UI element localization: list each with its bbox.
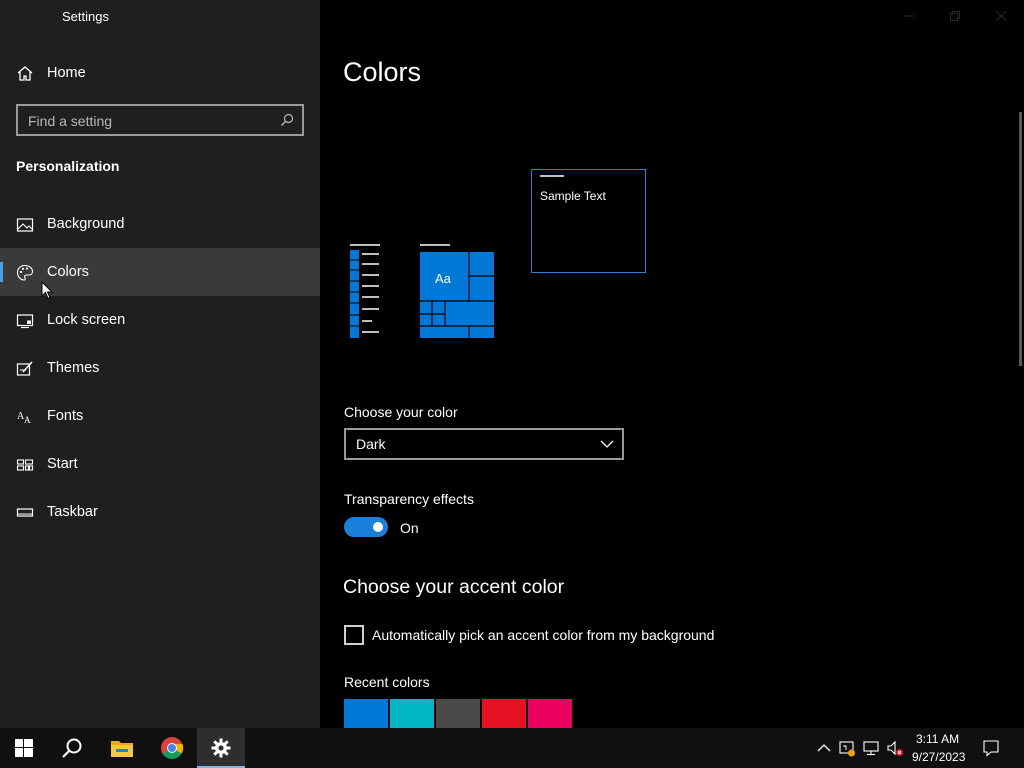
chrome-icon — [161, 737, 184, 759]
chevron-up-icon[interactable] — [815, 739, 833, 757]
page-title: Colors — [343, 57, 422, 87]
network-icon[interactable] — [862, 739, 880, 757]
sidebar-item-label: Start — [47, 456, 78, 472]
start-grid-icon — [16, 459, 34, 471]
taskbar: 3:11 AM 9/27/2023 — [0, 728, 1024, 768]
color-mode-dropdown[interactable]: Dark — [344, 428, 624, 460]
palette-icon — [16, 264, 34, 281]
color-swatch[interactable] — [436, 699, 480, 728]
sidebar-item-label: Background — [47, 216, 125, 232]
sidebar-item-themes[interactable]: Themes — [0, 344, 320, 392]
window-controls — [886, 0, 1024, 32]
sidebar-item-background[interactable]: Background — [0, 200, 320, 248]
transparency-toggle[interactable] — [344, 517, 388, 537]
security-tray-icon[interactable] — [838, 739, 856, 757]
color-mode-value: Dark — [356, 436, 386, 452]
color-swatch[interactable] — [344, 699, 388, 728]
settings-taskbar-button[interactable] — [197, 728, 245, 768]
lock-screen-icon — [16, 314, 34, 329]
restore-icon — [950, 11, 960, 21]
sidebar-item-label: Fonts — [47, 408, 84, 424]
sidebar-item-lock-screen[interactable]: Lock screen — [0, 296, 320, 344]
sidebar-item-fonts[interactable]: A A Fonts — [0, 392, 320, 440]
color-swatch[interactable] — [482, 699, 526, 728]
recent-colors — [344, 699, 572, 728]
close-button[interactable] — [978, 0, 1024, 32]
color-swatch[interactable] — [390, 699, 434, 728]
toggle-knob — [373, 522, 383, 532]
file-explorer-button[interactable] — [98, 728, 146, 768]
settings-icon — [211, 738, 231, 758]
auto-accent-checkbox[interactable] — [344, 625, 364, 645]
sidebar-item-label: Themes — [47, 360, 100, 376]
taskbar-search-button[interactable] — [48, 728, 96, 768]
chrome-button[interactable] — [148, 728, 196, 768]
sidebar-item-label: Lock screen — [47, 312, 126, 328]
close-icon — [996, 11, 1006, 21]
search-input[interactable] — [28, 112, 268, 130]
minimize-icon — [904, 15, 914, 17]
transparency-state: On — [400, 520, 419, 536]
search-box[interactable] — [16, 104, 304, 136]
start-list-preview — [350, 244, 380, 338]
sample-window-preview: Sample Text — [531, 169, 646, 273]
accent-heading: Choose your accent color — [343, 576, 565, 598]
theme-preview: Aa Sample Text — [350, 169, 646, 338]
themes-brush-icon — [16, 361, 33, 376]
recent-colors-label: Recent colors — [344, 674, 430, 690]
sidebar-item-label: Taskbar — [47, 504, 98, 520]
window-title: Settings — [62, 9, 109, 24]
maximize-button[interactable] — [932, 0, 978, 32]
selection-indicator — [0, 262, 3, 282]
sidebar-item-taskbar[interactable]: Taskbar — [0, 488, 320, 536]
transparency-label: Transparency effects — [344, 491, 474, 507]
mouse-cursor-icon — [41, 281, 54, 300]
svg-text:A: A — [24, 415, 31, 425]
color-swatch[interactable] — [528, 699, 572, 728]
clock-time[interactable]: 3:11 AM — [916, 732, 959, 746]
fonts-icon: A A — [17, 411, 31, 425]
taskbar-icon — [16, 508, 34, 517]
section-heading: Personalization — [16, 158, 120, 174]
sample-text: Sample Text — [540, 189, 606, 203]
main-content: Colors Aa Sample Text Choose your color … — [320, 0, 1024, 728]
chevron-down-icon — [600, 440, 614, 448]
minimize-button[interactable] — [886, 0, 932, 32]
auto-accent-label[interactable]: Automatically pick an accent color from … — [372, 627, 714, 643]
tile-text: Aa — [435, 271, 452, 286]
clock-date[interactable]: 9/27/2023 — [912, 750, 965, 764]
sidebar-item-label: Colors — [47, 264, 89, 280]
settings-sidebar: Settings Home Personalization Background… — [0, 0, 320, 728]
tiles-preview: Aa — [420, 244, 494, 338]
action-center-icon[interactable] — [982, 739, 1000, 757]
search-icon[interactable] — [280, 113, 294, 127]
file-explorer-icon — [111, 741, 133, 757]
volume-muted-icon[interactable] — [886, 739, 904, 757]
choose-color-label: Choose your color — [344, 404, 458, 420]
scrollbar[interactable] — [1019, 112, 1022, 366]
sidebar-item-start[interactable]: Start — [0, 440, 320, 488]
search-icon — [62, 738, 82, 758]
home-icon — [17, 66, 33, 81]
image-icon — [16, 218, 34, 232]
start-icon — [15, 739, 33, 757]
start-button[interactable] — [0, 728, 48, 768]
sidebar-item-home[interactable]: Home — [0, 49, 320, 97]
sidebar-item-label: Home — [47, 65, 86, 81]
